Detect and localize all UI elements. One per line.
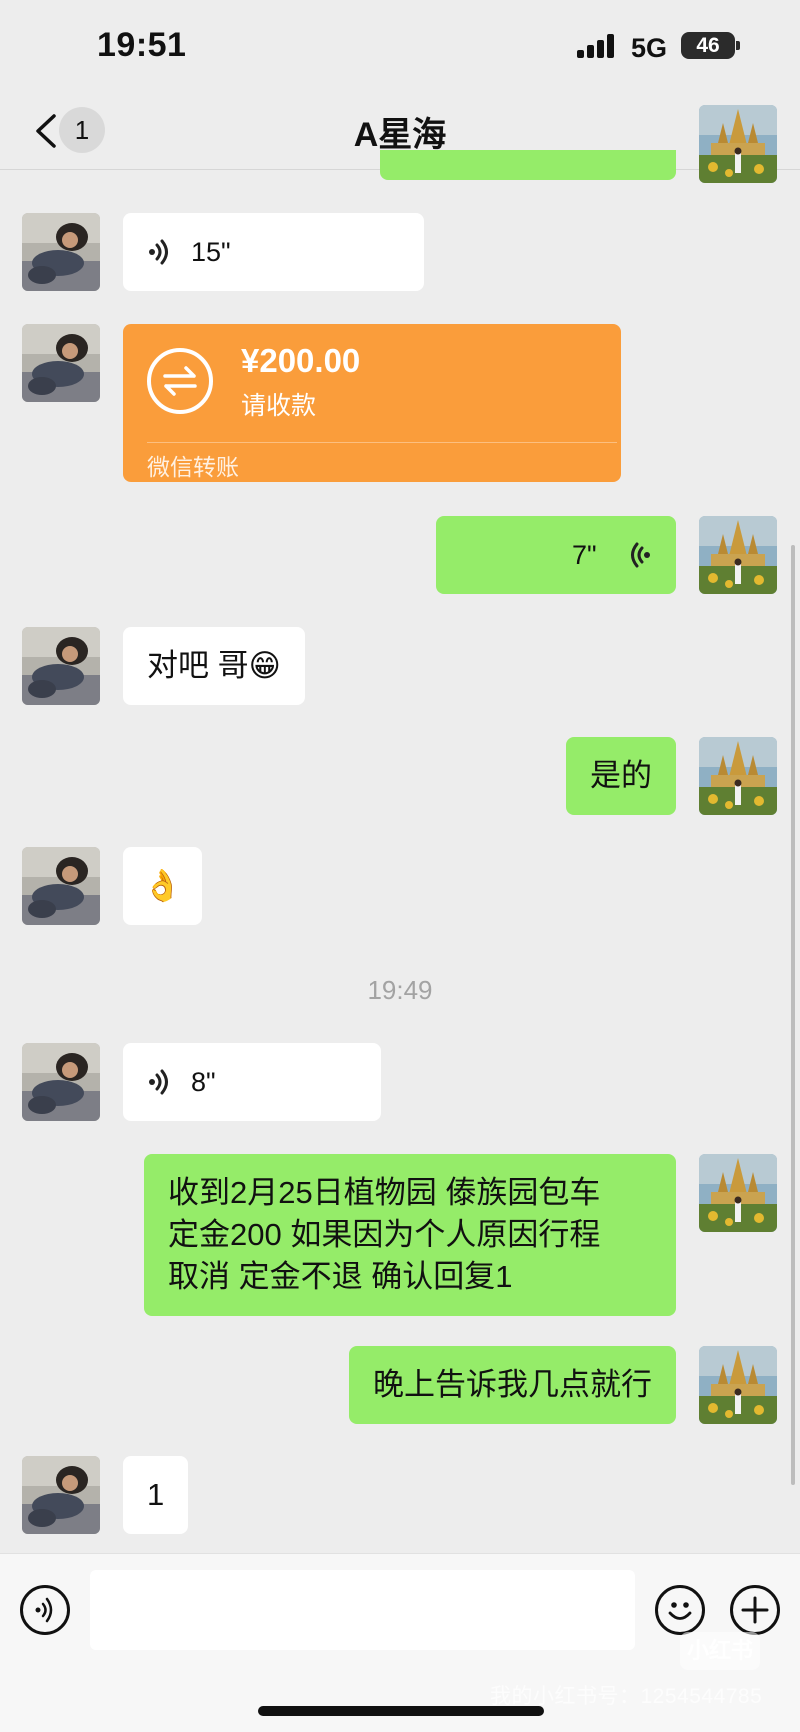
text-message-bubble-self[interactable]: 是的 bbox=[566, 737, 676, 815]
text-message-bubble-self[interactable]: 晚上告诉我几点就行 bbox=[349, 1346, 676, 1424]
self-avatar[interactable] bbox=[699, 105, 777, 183]
voice-duration: 15" bbox=[191, 237, 231, 267]
contact-avatar[interactable] bbox=[22, 847, 100, 925]
transfer-amount: ¥200.00 bbox=[241, 342, 361, 379]
contact-avatar[interactable] bbox=[22, 1456, 100, 1534]
status-time: 19:51 bbox=[97, 26, 187, 64]
message-line: 取消 定金不退 确认回复1 bbox=[168, 1259, 513, 1294]
self-avatar[interactable] bbox=[699, 1346, 777, 1424]
watermark-logo: 小红书 bbox=[680, 1632, 760, 1670]
self-avatar[interactable] bbox=[699, 737, 777, 815]
message-input[interactable] bbox=[90, 1570, 635, 1650]
message-line: 收到2月25日植物园 傣族园包车 bbox=[168, 1175, 601, 1210]
message-bubble-self-partial[interactable] bbox=[380, 150, 676, 180]
voice-message-bubble-self[interactable]: 7" bbox=[436, 516, 676, 594]
chat-screen: { "status_bar": { "time": "19:51", "netw… bbox=[0, 0, 800, 1732]
voice-duration: 7" bbox=[572, 540, 597, 570]
chat-timestamp: 19:49 bbox=[367, 975, 433, 1005]
battery-icon: 46 bbox=[681, 32, 735, 59]
message-line: 定金200 如果因为个人原因行程 bbox=[168, 1217, 601, 1252]
status-bar: 19:51 5G 46 bbox=[0, 0, 800, 95]
contact-avatar[interactable] bbox=[22, 1043, 100, 1121]
self-avatar[interactable] bbox=[699, 516, 777, 594]
emoji-message-bubble[interactable]: 👌 bbox=[123, 847, 202, 925]
voice-icon[interactable] bbox=[20, 1585, 70, 1635]
transfer-label: 微信转账 bbox=[147, 454, 239, 480]
scrollbar[interactable] bbox=[791, 545, 795, 1485]
contact-avatar[interactable] bbox=[22, 213, 100, 291]
signal-icon bbox=[577, 34, 617, 58]
text-message-bubble[interactable]: 1 bbox=[123, 1456, 189, 1534]
chat-title: A星海 bbox=[353, 116, 447, 154]
network-type: 5G bbox=[631, 33, 668, 63]
voice-message-bubble[interactable]: 15" bbox=[123, 213, 424, 291]
transfer-note: 请收款 bbox=[241, 392, 317, 420]
voice-message-bubble[interactable]: 8" bbox=[123, 1043, 381, 1121]
self-avatar[interactable] bbox=[699, 1154, 777, 1232]
transfer-icon bbox=[147, 348, 213, 414]
transfer-divider bbox=[147, 442, 617, 443]
text-message-bubble[interactable]: 对吧 哥😁 bbox=[123, 627, 305, 705]
voice-wave-icon bbox=[631, 542, 650, 568]
voice-wave-icon bbox=[149, 239, 168, 265]
contact-avatar[interactable] bbox=[22, 324, 100, 402]
home-indicator[interactable] bbox=[258, 1706, 544, 1716]
plus-icon[interactable] bbox=[730, 1585, 780, 1635]
transfer-card[interactable]: ¥200.00 请收款 微信转账 bbox=[123, 324, 621, 482]
voice-wave-icon bbox=[149, 1069, 168, 1095]
text-message-bubble-self[interactable]: 收到2月25日植物园 傣族园包车 定金200 如果因为个人原因行程 取消 定金不… bbox=[144, 1154, 676, 1316]
voice-duration: 8" bbox=[191, 1067, 216, 1097]
emoji-icon[interactable] bbox=[655, 1585, 705, 1635]
battery-tip bbox=[736, 41, 740, 50]
contact-avatar[interactable] bbox=[22, 627, 100, 705]
